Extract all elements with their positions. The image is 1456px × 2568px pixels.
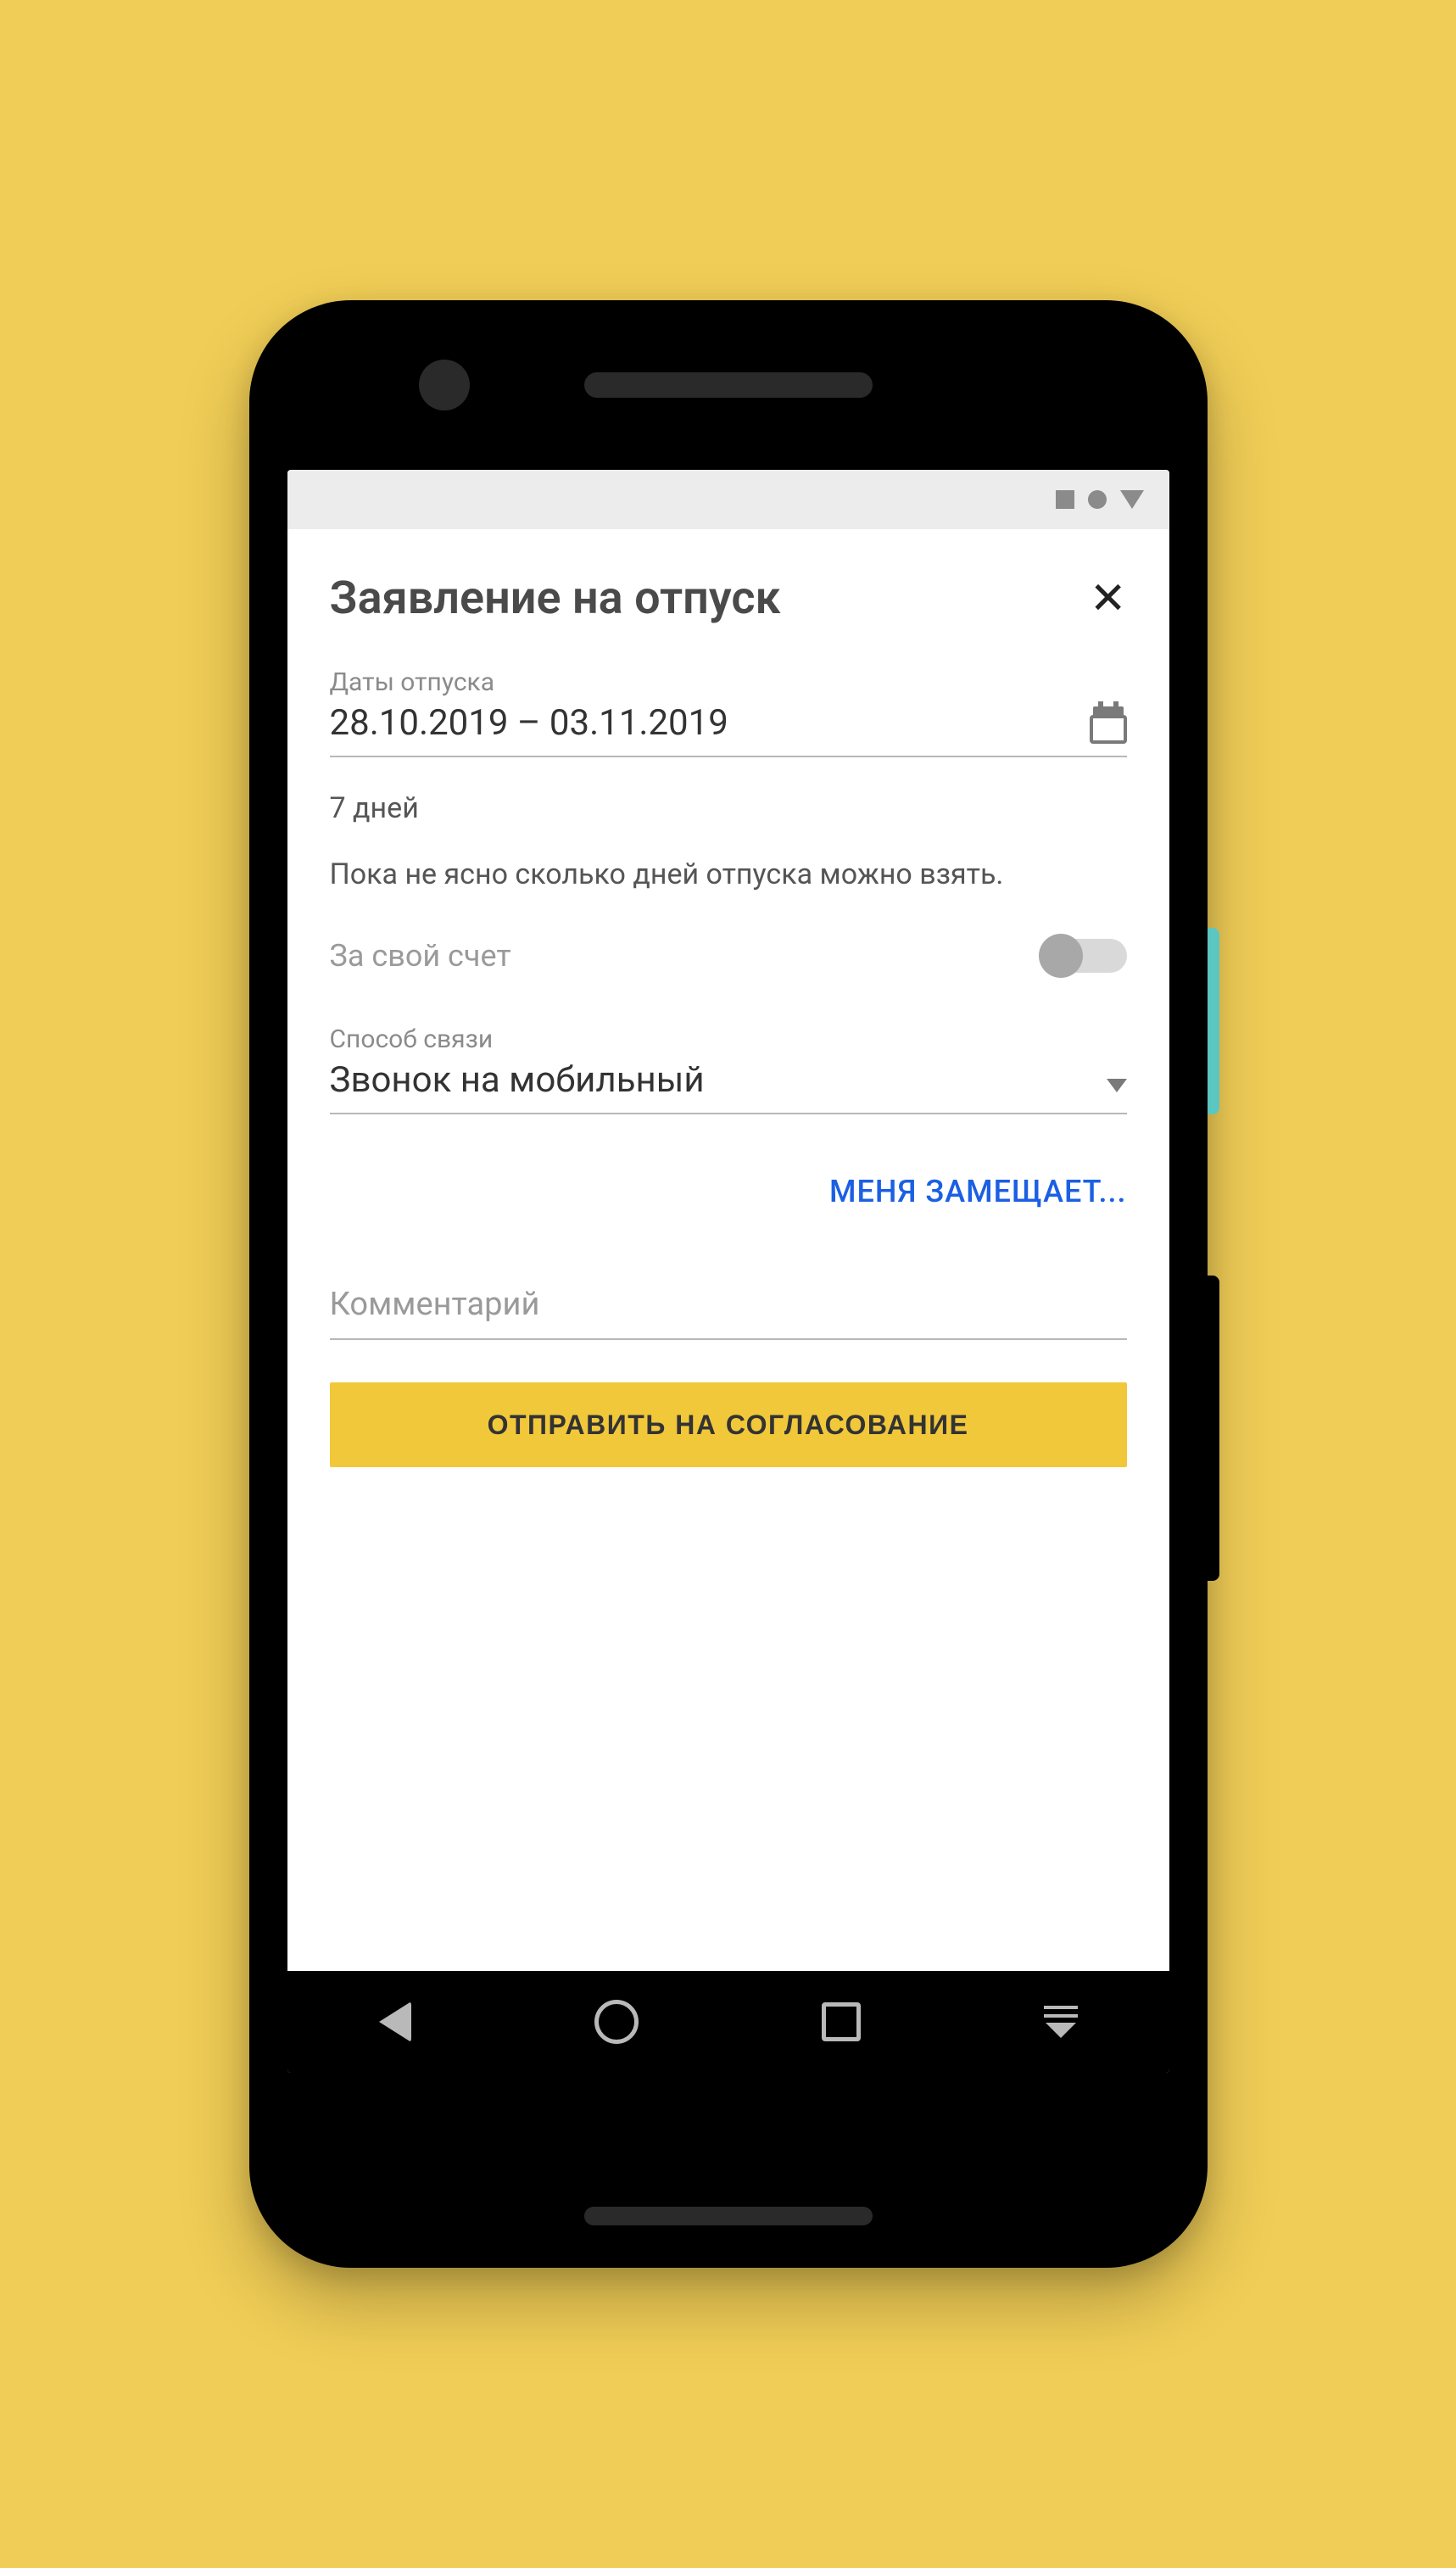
phone-frame: Заявление на отпуск ✕ Даты отпуска 28.10…	[249, 300, 1208, 2268]
contact-label: Способ связи	[330, 1024, 1127, 1054]
android-navbar	[287, 1971, 1169, 2073]
nav-recent-icon[interactable]	[822, 2002, 861, 2041]
phone-camera	[419, 360, 470, 410]
comment-placeholder: Комментарий	[330, 1286, 1127, 1323]
calendar-icon[interactable]	[1090, 706, 1127, 744]
phone-bottom-speaker	[584, 2207, 873, 2225]
days-note: Пока не ясно сколько дней отпуска можно …	[330, 854, 1127, 896]
submit-button[interactable]: ОТПРАВИТЬ НА СОГЛАСОВАНИЕ	[330, 1382, 1127, 1467]
phone-side-button-bottom	[1208, 1276, 1219, 1581]
own-expense-toggle[interactable]	[1042, 939, 1127, 973]
days-count: 7 дней	[330, 791, 1127, 825]
nav-back-icon[interactable]	[379, 2001, 411, 2042]
comment-field[interactable]: Комментарий	[330, 1286, 1127, 1340]
close-icon[interactable]: ✕	[1090, 577, 1127, 621]
nav-home-icon[interactable]	[594, 2000, 639, 2044]
nav-download-icon[interactable]	[1044, 2006, 1078, 2038]
phone-top-bezel	[249, 300, 1208, 470]
contact-field[interactable]: Способ связи Звонок на мобильный	[330, 1024, 1127, 1114]
phone-speaker	[584, 372, 873, 398]
app-content: Заявление на отпуск ✕ Даты отпуска 28.10…	[287, 529, 1169, 1467]
dates-value: 28.10.2019 – 03.11.2019	[330, 702, 728, 744]
own-expense-row: За свой счет	[330, 938, 1127, 974]
contact-value: Звонок на мобильный	[330, 1059, 705, 1101]
screen: Заявление на отпуск ✕ Даты отпуска 28.10…	[287, 470, 1169, 2073]
dates-field[interactable]: Даты отпуска 28.10.2019 – 03.11.2019	[330, 667, 1127, 757]
substitute-link[interactable]: МЕНЯ ЗАМЕЩАЕТ...	[829, 1174, 1127, 1209]
status-dot-icon	[1088, 490, 1107, 509]
app-header: Заявление на отпуск ✕	[330, 572, 1127, 625]
status-triangle-icon	[1120, 490, 1144, 509]
chevron-down-icon	[1107, 1079, 1127, 1092]
page-title: Заявление на отпуск	[330, 572, 781, 625]
status-square-icon	[1056, 490, 1074, 509]
phone-side-button-top	[1208, 928, 1219, 1114]
dates-label: Даты отпуска	[330, 667, 1127, 697]
own-expense-label: За свой счет	[330, 938, 511, 974]
status-bar	[287, 470, 1169, 529]
